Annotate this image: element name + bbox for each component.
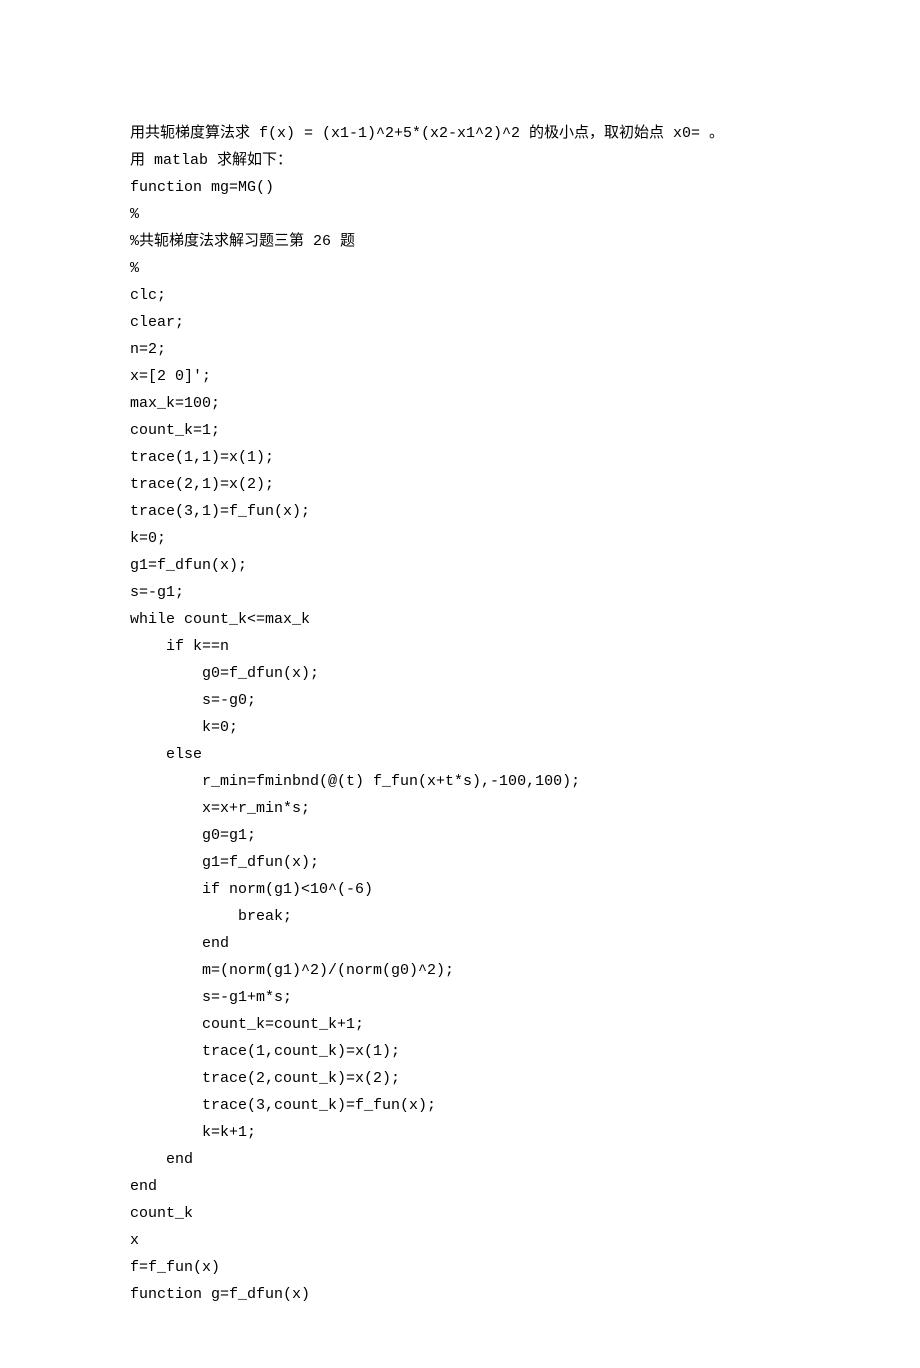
code-line: if k==n	[130, 633, 790, 660]
code-line: k=k+1;	[130, 1119, 790, 1146]
code-line: while count_k<=max_k	[130, 606, 790, 633]
code-line: end	[130, 1146, 790, 1173]
code-line: clc;	[130, 282, 790, 309]
code-line: n=2;	[130, 336, 790, 363]
code-line: break;	[130, 903, 790, 930]
code-line: s=-g1+m*s;	[130, 984, 790, 1011]
document-page: 用共轭梯度算法求 f(x) = (x1-1)^2+5*(x2-x1^2)^2 的…	[0, 0, 920, 1368]
code-line: trace(2,count_k)=x(2);	[130, 1065, 790, 1092]
code-line: g0=g1;	[130, 822, 790, 849]
code-line: clear;	[130, 309, 790, 336]
code-line: end	[130, 930, 790, 957]
code-line: f=f_fun(x)	[130, 1254, 790, 1281]
code-line: x	[130, 1227, 790, 1254]
code-line: count_k=1;	[130, 417, 790, 444]
code-line: trace(2,1)=x(2);	[130, 471, 790, 498]
code-line: x=[2 0]';	[130, 363, 790, 390]
code-line: function mg=MG()	[130, 174, 790, 201]
code-line: max_k=100;	[130, 390, 790, 417]
code-line: r_min=fminbnd(@(t) f_fun(x+t*s),-100,100…	[130, 768, 790, 795]
code-line: trace(3,count_k)=f_fun(x);	[130, 1092, 790, 1119]
code-line: x=x+r_min*s;	[130, 795, 790, 822]
code-line: trace(1,count_k)=x(1);	[130, 1038, 790, 1065]
code-line: trace(1,1)=x(1);	[130, 444, 790, 471]
code-line: s=-g1;	[130, 579, 790, 606]
code-line: function g=f_dfun(x)	[130, 1281, 790, 1308]
code-line: m=(norm(g1)^2)/(norm(g0)^2);	[130, 957, 790, 984]
code-line: 用 matlab 求解如下：	[130, 147, 790, 174]
code-line: g1=f_dfun(x);	[130, 849, 790, 876]
code-line: %	[130, 201, 790, 228]
code-line: s=-g0;	[130, 687, 790, 714]
code-line: 用共轭梯度算法求 f(x) = (x1-1)^2+5*(x2-x1^2)^2 的…	[130, 120, 790, 147]
code-line: if norm(g1)<10^(-6)	[130, 876, 790, 903]
code-line: else	[130, 741, 790, 768]
code-line: %	[130, 255, 790, 282]
code-line: %共轭梯度法求解习题三第 26 题	[130, 228, 790, 255]
code-line: g1=f_dfun(x);	[130, 552, 790, 579]
code-line: k=0;	[130, 714, 790, 741]
code-line: g0=f_dfun(x);	[130, 660, 790, 687]
code-line: end	[130, 1173, 790, 1200]
code-line: count_k=count_k+1;	[130, 1011, 790, 1038]
code-line: count_k	[130, 1200, 790, 1227]
code-line: trace(3,1)=f_fun(x);	[130, 498, 790, 525]
code-line: k=0;	[130, 525, 790, 552]
